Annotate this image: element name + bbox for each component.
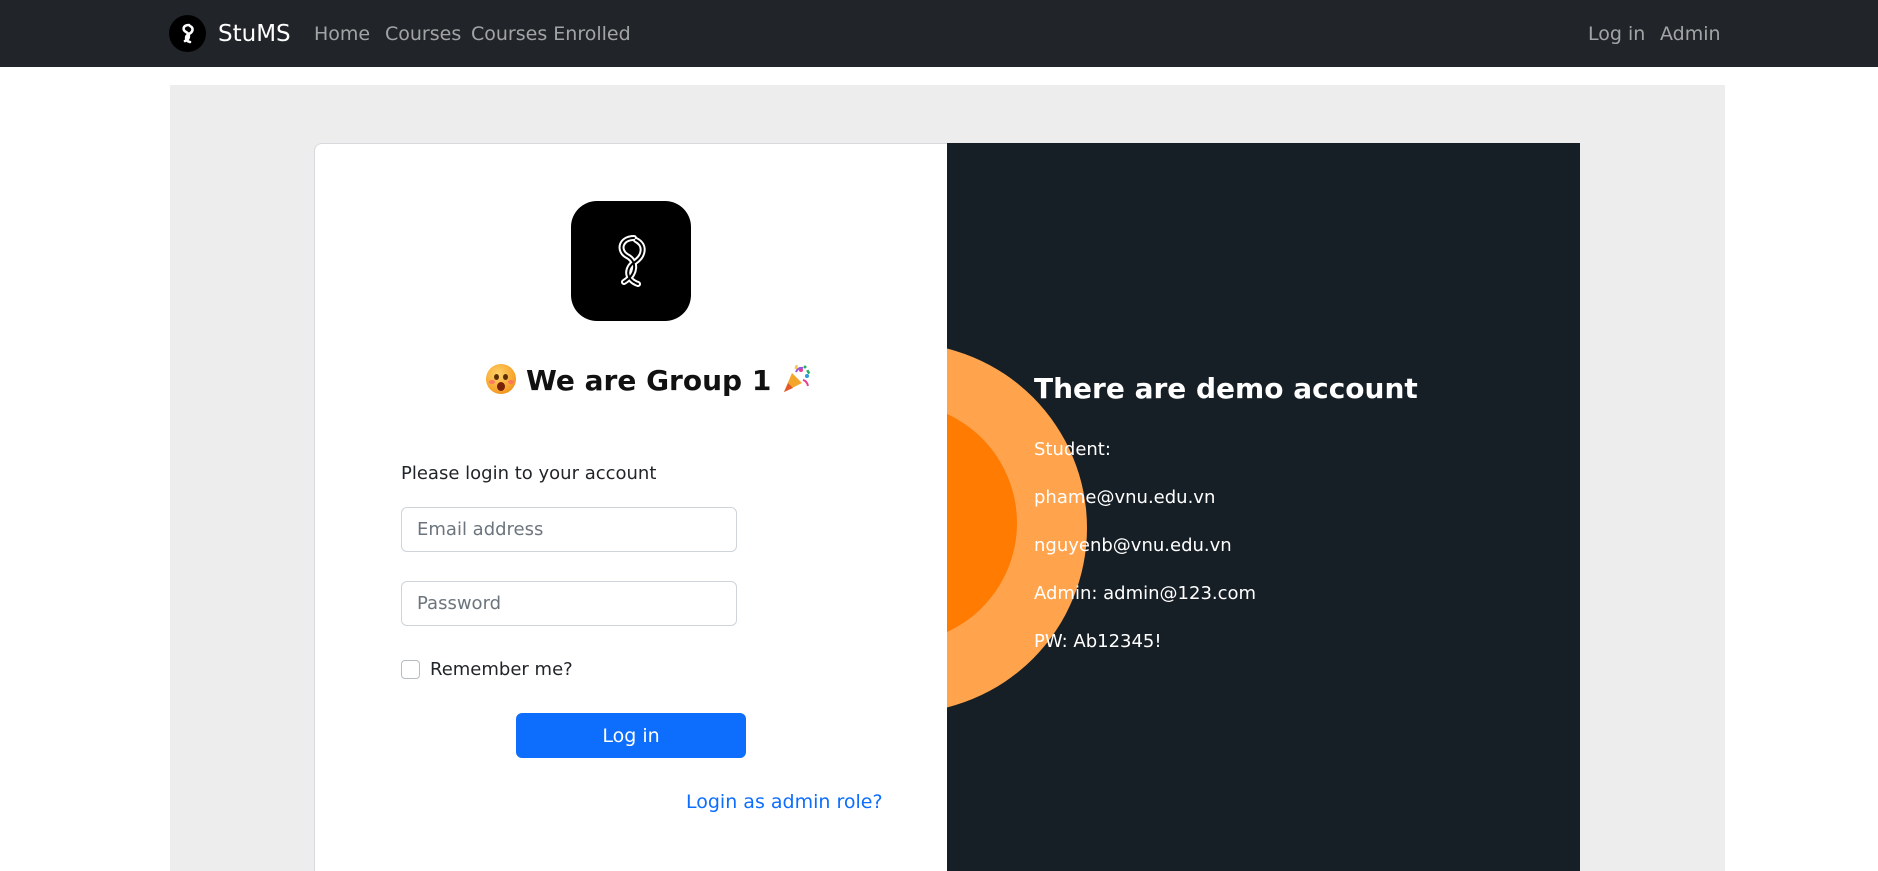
demo-heading: There are demo account bbox=[1034, 372, 1418, 405]
demo-line-password: PW: Ab12345! bbox=[1034, 631, 1162, 652]
astonished-face-icon bbox=[486, 364, 516, 394]
top-navbar: StuMS Home Courses Courses Enrolled Log … bbox=[0, 0, 1878, 67]
nav-link-admin[interactable]: Admin bbox=[1660, 22, 1721, 47]
nav-link-courses[interactable]: Courses bbox=[385, 22, 461, 47]
group-title: We are Group 1 bbox=[486, 362, 811, 400]
demo-line-admin: Admin: admin@123.com bbox=[1034, 583, 1257, 604]
remember-me-label[interactable]: Remember me? bbox=[430, 658, 573, 682]
demo-line-student-label: Student: bbox=[1034, 439, 1111, 460]
app-logo-icon bbox=[571, 201, 691, 321]
login-hint: Please login to your account bbox=[401, 463, 657, 484]
email-input[interactable] bbox=[401, 507, 737, 552]
nav-link-login[interactable]: Log in bbox=[1588, 22, 1645, 47]
demo-line-student-email-2: nguyenb@vnu.edu.vn bbox=[1034, 535, 1232, 556]
group-title-text: We are Group 1 bbox=[526, 364, 772, 397]
demo-accounts-panel: There are demo account Student: phame@vn… bbox=[947, 143, 1580, 871]
login-button[interactable]: Log in bbox=[516, 713, 746, 758]
brand-logo-icon[interactable] bbox=[169, 15, 206, 52]
demo-line-student-email-1: phame@vnu.edu.vn bbox=[1034, 487, 1216, 508]
nav-link-courses-enrolled[interactable]: Courses Enrolled bbox=[471, 22, 631, 47]
password-input[interactable] bbox=[401, 581, 737, 626]
nav-link-home[interactable]: Home bbox=[314, 22, 370, 47]
brand-name[interactable]: StuMS bbox=[218, 19, 291, 49]
remember-me-checkbox[interactable] bbox=[401, 660, 420, 679]
login-as-admin-link[interactable]: Login as admin role? bbox=[686, 790, 883, 815]
party-popper-icon bbox=[781, 364, 811, 394]
